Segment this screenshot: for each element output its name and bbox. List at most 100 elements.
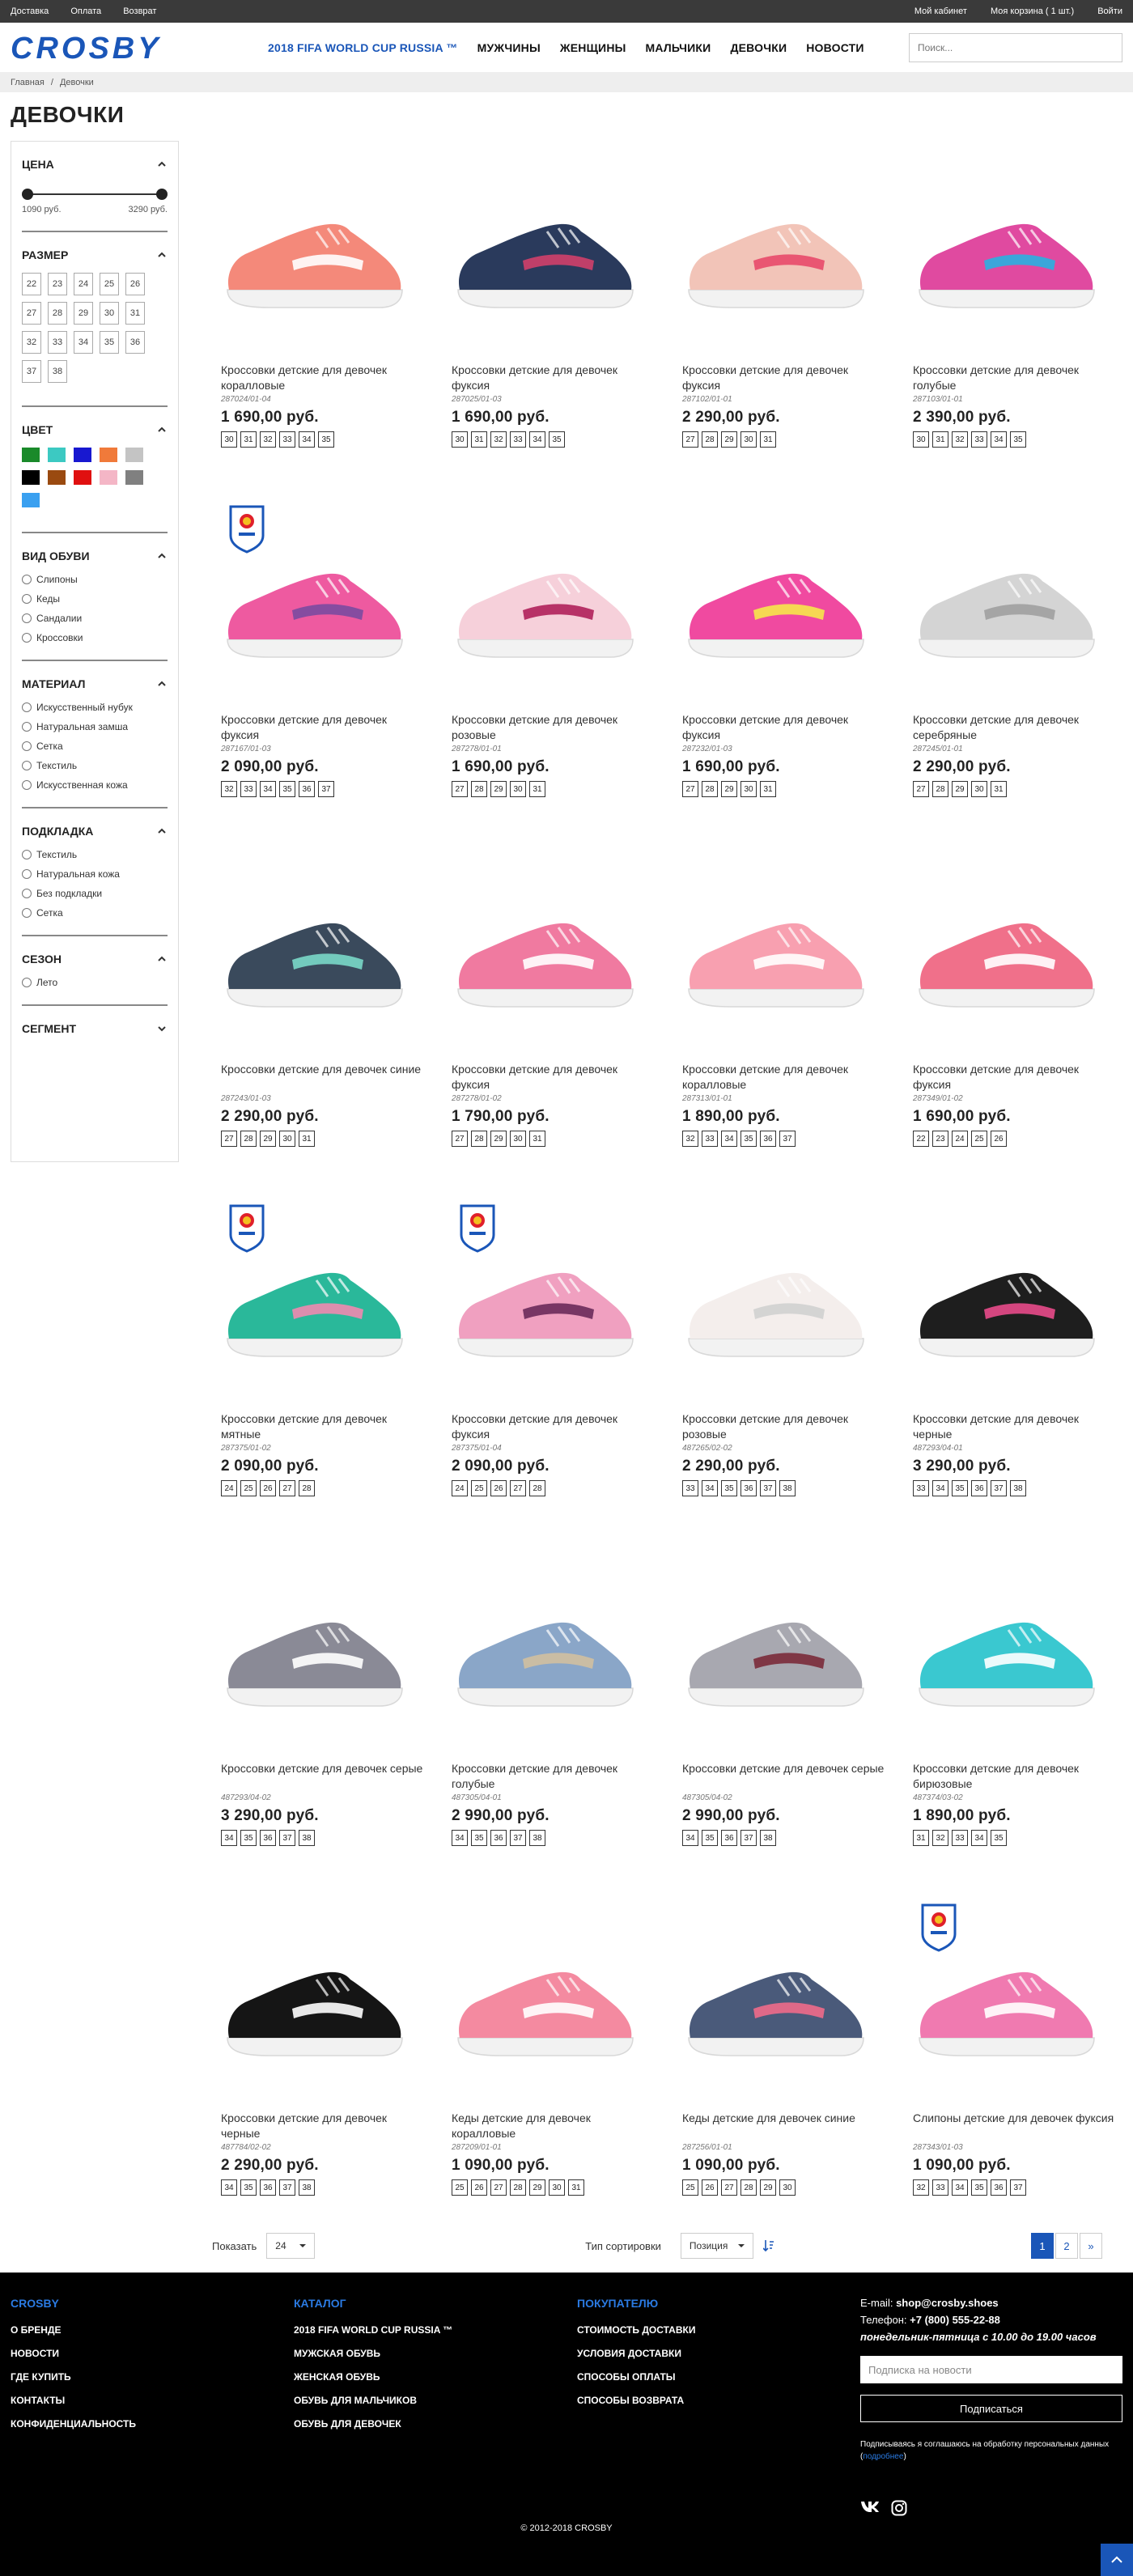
size-option[interactable]: 23	[48, 273, 67, 295]
footer-delivery-cost-link[interactable]: СТОИМОСТЬ ДОСТАВКИ	[577, 2324, 695, 2336]
lining-option[interactable]: Текстиль	[22, 849, 168, 860]
product-size-option[interactable]: 28	[471, 781, 487, 797]
product-size-option[interactable]: 31	[932, 431, 948, 448]
product-size-option[interactable]: 30	[779, 2179, 796, 2196]
color-swatch[interactable]	[74, 470, 91, 485]
payment-link[interactable]: Оплата	[70, 6, 101, 16]
color-swatch[interactable]	[22, 493, 40, 507]
size-option[interactable]: 29	[74, 302, 93, 325]
size-option[interactable]: 22	[22, 273, 41, 295]
product-card[interactable]: Кеды детские для девочек коралловые 28720…	[452, 1902, 654, 2251]
product-size-option[interactable]: 26	[490, 1480, 507, 1496]
product-size-option[interactable]: 38	[760, 1830, 776, 1846]
product-size-option[interactable]: 29	[760, 2179, 776, 2196]
color-swatch[interactable]	[100, 470, 117, 485]
product-size-option[interactable]: 34	[221, 2179, 237, 2196]
radio-icon[interactable]	[22, 633, 32, 643]
product-size-option[interactable]: 30	[913, 431, 929, 448]
product-size-option[interactable]: 27	[913, 781, 929, 797]
product-size-option[interactable]: 29	[529, 2179, 545, 2196]
product-size-option[interactable]: 33	[702, 1131, 718, 1147]
product-image[interactable]	[452, 154, 654, 356]
product-size-option[interactable]: 29	[260, 1131, 276, 1147]
product-image[interactable]	[452, 1902, 654, 2104]
subscribe-input[interactable]: Подписка на новости	[860, 2356, 1122, 2383]
type-option[interactable]: Слипоны	[22, 574, 168, 585]
product-size-option[interactable]: 31	[529, 781, 545, 797]
product-size-option[interactable]: 30	[740, 431, 757, 448]
product-size-option[interactable]: 30	[971, 781, 987, 797]
returns-link[interactable]: Возврат	[123, 6, 156, 16]
product-name[interactable]: Кроссовки детские для девочек розовые	[682, 1411, 885, 1442]
product-size-option[interactable]: 33	[971, 431, 987, 448]
product-size-option[interactable]: 37	[279, 2179, 295, 2196]
product-size-option[interactable]: 35	[318, 431, 334, 448]
radio-icon[interactable]	[22, 908, 32, 918]
product-size-option[interactable]: 29	[490, 1131, 507, 1147]
product-name[interactable]: Кроссовки детские для девочек фуксия	[221, 712, 423, 743]
product-size-option[interactable]: 35	[991, 1830, 1007, 1846]
filter-season-header[interactable]: СЕЗОН	[22, 953, 168, 965]
filter-color-header[interactable]: ЦВЕТ	[22, 423, 168, 436]
product-size-option[interactable]: 35	[240, 2179, 257, 2196]
product-size-option[interactable]: 30	[452, 431, 468, 448]
account-link[interactable]: Мой кабинет	[914, 6, 967, 16]
size-option[interactable]: 35	[100, 331, 119, 354]
product-image[interactable]	[682, 503, 885, 706]
lining-option[interactable]: Без подкладки	[22, 888, 168, 899]
price-slider-max-handle[interactable]	[156, 189, 168, 200]
filter-material-header[interactable]: МАТЕРИАЛ	[22, 677, 168, 690]
product-size-option[interactable]: 30	[279, 1131, 295, 1147]
product-size-option[interactable]: 30	[549, 2179, 565, 2196]
type-option[interactable]: Кеды	[22, 593, 168, 605]
footer-men-link[interactable]: МУЖСКАЯ ОБУВЬ	[294, 2348, 452, 2359]
radio-icon[interactable]	[22, 722, 32, 732]
product-card[interactable]: Кроссовки детские для девочек черные 4877…	[221, 1902, 423, 2251]
product-size-option[interactable]: 30	[740, 781, 757, 797]
page-2[interactable]: 2	[1055, 2233, 1078, 2259]
product-size-option[interactable]: 35	[702, 1830, 718, 1846]
product-card[interactable]: Кроссовки детские для девочек синие 28724…	[221, 853, 423, 1203]
product-size-option[interactable]: 38	[299, 1830, 315, 1846]
material-option[interactable]: Искусственный нубук	[22, 702, 168, 713]
product-size-option[interactable]: 27	[721, 2179, 737, 2196]
product-size-option[interactable]: 32	[682, 1131, 698, 1147]
product-size-option[interactable]: 24	[221, 1480, 237, 1496]
product-size-option[interactable]: 35	[279, 781, 295, 797]
product-card[interactable]: Слипоны детские для девочек фуксия 287343…	[913, 1902, 1115, 2251]
product-image[interactable]	[452, 1203, 654, 1405]
product-name[interactable]: Кроссовки детские для девочек фуксия	[452, 1062, 654, 1093]
product-size-option[interactable]: 26	[260, 1480, 276, 1496]
type-option[interactable]: Сандалии	[22, 613, 168, 624]
product-size-option[interactable]: 22	[913, 1131, 929, 1147]
product-size-option[interactable]: 31	[240, 431, 257, 448]
product-card[interactable]: Кроссовки детские для девочек розовые 287…	[452, 503, 654, 853]
product-image[interactable]	[913, 1552, 1115, 1755]
product-size-option[interactable]: 31	[760, 431, 776, 448]
footer-boys-link[interactable]: ОБУВЬ ДЛЯ МАЛЬЧИКОВ	[294, 2395, 452, 2406]
product-size-option[interactable]: 34	[299, 431, 315, 448]
product-size-option[interactable]: 25	[452, 2179, 468, 2196]
next-page[interactable]: »	[1080, 2233, 1102, 2259]
footer-payment-link[interactable]: СПОСОБЫ ОПЛАТЫ	[577, 2371, 695, 2383]
product-size-option[interactable]: 36	[260, 2179, 276, 2196]
nav-girls[interactable]: ДЕВОЧКИ	[730, 41, 787, 54]
product-card[interactable]: Кроссовки детские для девочек голубые 287…	[913, 154, 1115, 503]
color-swatch[interactable]	[100, 448, 117, 462]
product-size-option[interactable]: 26	[471, 2179, 487, 2196]
nav-fifa[interactable]: 2018 FIFA WORLD CUP RUSSIA ™	[268, 41, 458, 54]
color-swatch[interactable]	[48, 470, 66, 485]
product-name[interactable]: Кроссовки детские для девочек коралловые	[221, 363, 423, 393]
product-size-option[interactable]: 32	[932, 1830, 948, 1846]
product-size-option[interactable]: 34	[260, 781, 276, 797]
product-size-option[interactable]: 35	[471, 1830, 487, 1846]
footer-girls-link[interactable]: ОБУВЬ ДЛЯ ДЕВОЧЕК	[294, 2418, 452, 2430]
size-option[interactable]: 30	[100, 302, 119, 325]
product-size-option[interactable]: 36	[740, 1480, 757, 1496]
consent-link[interactable]: подробнее	[863, 2452, 903, 2461]
product-name[interactable]: Кроссовки детские для девочек мятные	[221, 1411, 423, 1442]
size-option[interactable]: 27	[22, 302, 41, 325]
product-card[interactable]: Кроссовки детские для девочек голубые 487…	[452, 1552, 654, 1902]
product-image[interactable]	[452, 853, 654, 1055]
radio-icon[interactable]	[22, 613, 32, 623]
